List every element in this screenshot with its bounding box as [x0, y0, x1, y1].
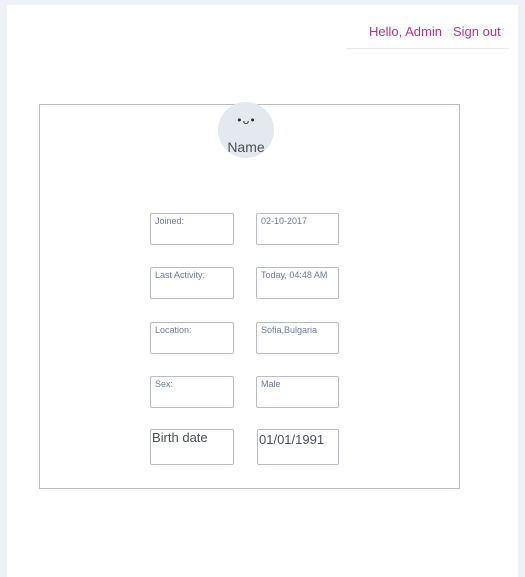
profile-card [39, 104, 460, 489]
location-label: Location: [150, 322, 234, 354]
joined-label: Joined: [150, 213, 234, 245]
sex-label: Sex: [150, 376, 234, 408]
birth-date-value: 01/01/1991 [257, 429, 339, 465]
sex-value: Male [256, 376, 339, 408]
joined-value: 02-10-2017 [256, 213, 339, 245]
location-value: Sofia,Bulgaria [256, 322, 339, 354]
avatar-face-icon: •ᴗ• [236, 114, 256, 127]
last-activity-value: Today, 04:48 AM [256, 267, 339, 299]
profile-name: Name [227, 139, 265, 155]
hello-admin-link[interactable]: Hello, Admin [369, 24, 442, 39]
last-activity-label: Last Activity: [150, 267, 234, 299]
birth-date-label: Birth date [150, 429, 234, 465]
sign-out-link[interactable]: Sign out [453, 24, 501, 39]
top-nav: Hello, Admin Sign out [346, 21, 509, 49]
